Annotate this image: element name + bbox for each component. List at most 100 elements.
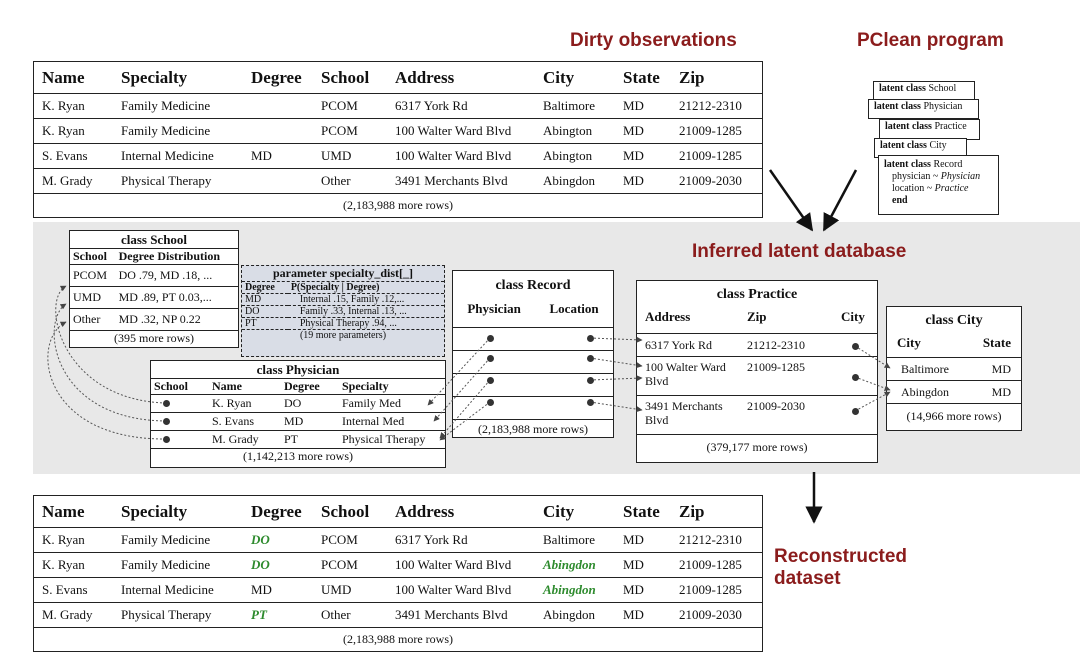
dirty-observations-table: Name Specialty Degree School Address City Stat… [33,61,763,218]
table-cell: Other [313,602,387,628]
table-cell: Family Medicine [113,527,243,553]
table-cell: UMD [313,577,387,603]
table-cell: PCOM [313,118,387,144]
table-cell: 21009-2030 [671,168,762,194]
column-header: School [313,62,387,94]
table-cell: Abington [535,118,615,144]
table-cell: Abingdon [535,168,615,194]
col-header: Zip [747,309,767,324]
col-header: City [897,335,921,350]
table-row: M. Grady Physical Therapy Other 3491 Mercha… [34,168,762,194]
pclean-program-heading: PClean program [857,30,1004,51]
class-record-title: class Record [495,278,571,293]
column-header: State [615,62,671,94]
class-practice-table: class Practice Address Zip City 6317 Yor… [636,280,878,463]
table-row: K. Ryan Family Medicine DO PCOM 6317 York Rd… [34,527,762,553]
reconstructed-dataset-table: Name Specialty Degree School Address City Stat… [33,495,763,652]
pclean-card-physician: latent class Physician [868,99,979,119]
table-cell: UMD [313,143,387,169]
col-header: Degree [242,282,288,294]
physician-specialty: Family Med [339,394,445,413]
table-cell: MD [615,168,671,194]
reference-dot [163,400,170,407]
table-cell: 21009-1285 [671,143,762,169]
class-city-table: class City City State Baltimore MD Abingd… [886,306,1022,431]
table-cell: PCOM [313,93,387,119]
column-header: Specialty [113,496,243,528]
more-rows: (2,183,988 more rows) [343,632,453,646]
physician-specialty: Internal Med [339,412,445,431]
column-header: Degree [243,496,313,528]
column-header: City [535,496,615,528]
reference-dot [587,355,594,362]
table-cell: MD [243,577,313,603]
table-cell: 21212-2310 [671,93,762,119]
column-header: School [313,496,387,528]
more-params: (19 more parameters) [299,330,387,341]
table-cell: MD [243,143,313,169]
practice-address: 100 Walter Ward Blvd [645,360,726,388]
column-header: Degree [243,62,313,94]
param-dist: Internal .15, Family .12,... [287,293,444,306]
table-cell: Abingdon [535,602,615,628]
col-header: Degree [281,379,339,395]
more-rows: (1,142,213 more rows) [243,449,353,463]
table-row: K. Ryan Family Medicine PCOM 100 Walter War… [34,118,762,144]
table-row: K. Ryan Family Medicine DO PCOM 100 Walter W… [34,552,762,578]
column-header: Address [387,62,535,94]
city-name: Baltimore [901,361,949,376]
more-rows: (2,183,988 more rows) [478,422,588,436]
col-header: Physician [467,301,521,316]
table-cell: K. Ryan [34,527,113,553]
column-header: State [615,496,671,528]
table-cell: K. Ryan [34,552,113,578]
class-record-table: class Record Physician Location (2,183,9… [452,270,614,438]
table-cell: Physical Therapy [113,168,243,194]
table-cell: 21009-2030 [671,602,762,628]
table-row: S. Evans Internal Medicine MD UMD 100 Walter… [34,577,762,603]
class-school-title: class School [70,231,238,249]
more-rows: (395 more rows) [114,331,194,345]
parameter-specialty-dist: parameter specialty_dist[_] Degree P(Spec… [241,265,445,357]
col-header: Name [209,379,281,395]
table-cell: 21009-1285 [671,577,762,603]
table-cell: K. Ryan [34,93,113,119]
col-header: Address [645,309,691,324]
table-cell: 100 Walter Ward Blvd [387,143,535,169]
physician-degree: DO [281,394,339,413]
physician-name: S. Evans [209,412,281,431]
table-cell: 3491 Merchants Blvd [387,168,535,194]
table-cell: MD [615,602,671,628]
physician-name: K. Ryan [209,394,281,413]
table-cell: DO [243,527,313,553]
table-row: S. Evans Internal Medicine MD UMD 100 Walter… [34,143,762,169]
practice-zip: 21212-2310 [747,337,805,352]
table-cell: Family Medicine [113,118,243,144]
more-rows-row: (2,183,988 more rows) [34,194,762,218]
parameter-title: parameter specialty_dist[_] [242,266,444,282]
reference-dot [852,374,859,381]
col-header: School [151,379,209,395]
table-cell: M. Grady [34,602,113,628]
table-cell: 21009-1285 [671,118,762,144]
reference-dot [487,399,494,406]
more-rows: (379,177 more rows) [706,440,808,454]
table-cell [243,93,313,119]
column-header: Zip [671,62,762,94]
practice-zip: 21009-2030 [747,399,805,413]
more-rows: (14,966 more rows) [906,409,1002,423]
param-degree: DO [242,305,288,318]
table-cell: Abington [535,143,615,169]
param-degree: MD [242,293,288,306]
table-cell: 6317 York Rd [387,93,535,119]
col-header: School [70,249,116,265]
degree-dist-cell: MD .32, NP 0.22 [115,308,238,331]
class-practice-title: class Practice [716,287,798,302]
practice-address: 6317 York Rd [645,337,713,352]
school-cell: Other [70,308,116,331]
table-cell: PCOM [313,552,387,578]
degree-dist-cell: DO .79, MD .18, ... [115,264,238,287]
more-rows-row: (2,183,988 more rows) [34,628,762,652]
table-cell: MD [615,93,671,119]
table-cell: 100 Walter Ward Blvd [387,118,535,144]
